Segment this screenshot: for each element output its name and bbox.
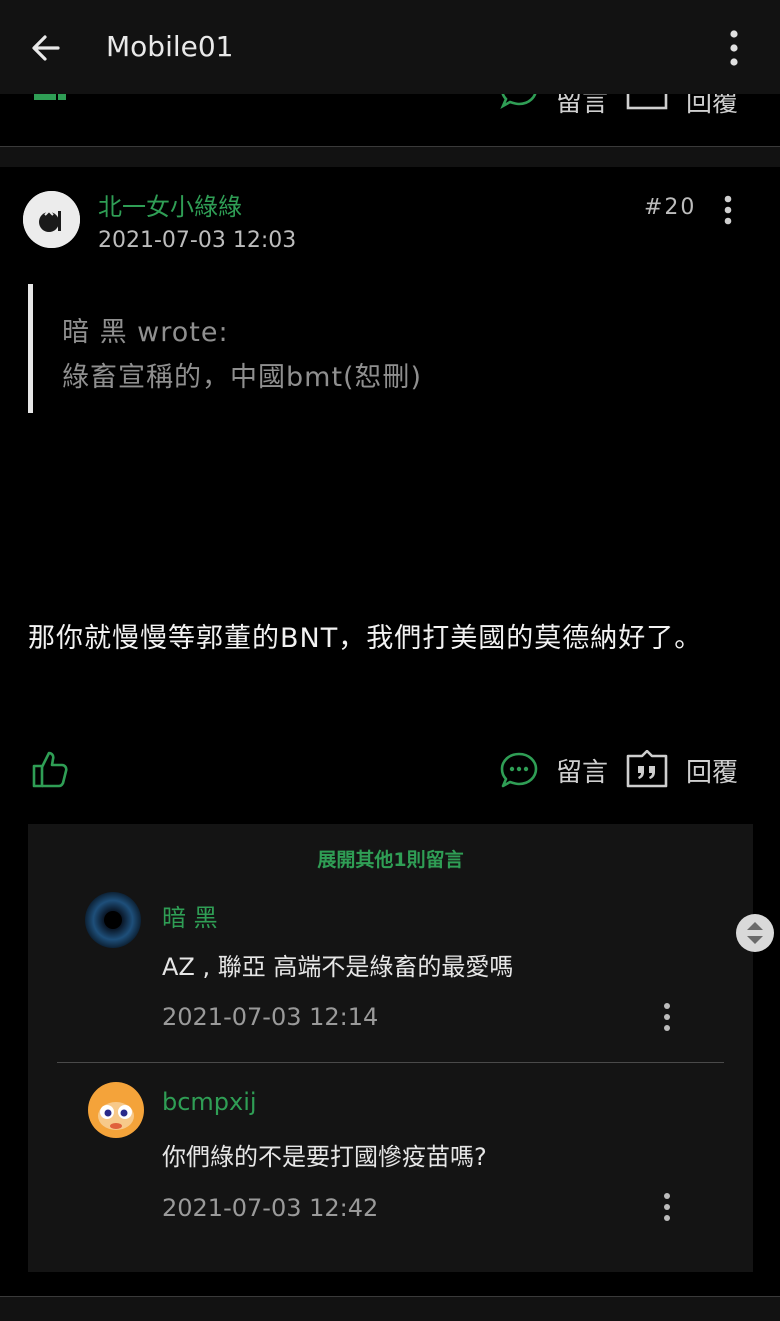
- post-separator-band: [0, 147, 780, 167]
- comment-text: 你們綠的不是要打國慘疫苗嗎?: [162, 1143, 487, 1171]
- thumbs-up-icon[interactable]: [30, 94, 70, 112]
- post-separator-band: [0, 1297, 780, 1321]
- comment-author[interactable]: bcmpxij: [162, 1088, 257, 1116]
- scroll-handle-icon[interactable]: [736, 914, 774, 952]
- comment-label[interactable]: 留言: [556, 94, 608, 119]
- comment-bubble-icon[interactable]: [498, 750, 540, 790]
- quote-reply-icon[interactable]: [626, 94, 668, 110]
- more-vertical-icon[interactable]: [716, 194, 740, 226]
- app-title: Mobile01: [106, 30, 234, 63]
- previous-post-actions: 留言 回覆: [0, 94, 780, 146]
- comment-author[interactable]: 暗 黑: [162, 898, 218, 933]
- avatar[interactable]: [88, 1082, 144, 1138]
- reply-label[interactable]: 回覆: [686, 752, 738, 789]
- more-vertical-icon[interactable]: [716, 28, 752, 68]
- post-author[interactable]: 北一女小綠綠: [98, 187, 242, 222]
- comment-label[interactable]: 留言: [556, 752, 608, 789]
- comment-text: AZ , 聯亞 高端不是綠畜的最愛嗎: [162, 953, 514, 981]
- comment-timestamp: 2021-07-03 12:42: [162, 1194, 379, 1222]
- more-vertical-icon[interactable]: [657, 1002, 677, 1032]
- reply-label[interactable]: 回覆: [686, 94, 738, 119]
- comment-timestamp: 2021-07-03 12:14: [162, 1003, 379, 1031]
- quote-header: 暗 黑 wrote:: [62, 317, 229, 348]
- comment-divider: [57, 1062, 724, 1063]
- quote-bar: [28, 284, 33, 413]
- expand-comments-link[interactable]: 展開其他1則留言: [28, 845, 753, 872]
- post-body: 那你就慢慢等郭董的BNT，我們打美國的莫德納好了。: [28, 623, 703, 654]
- avatar[interactable]: [85, 892, 141, 948]
- quote-text: 綠畜宣稱的，中國bmt(恕刪): [62, 362, 423, 393]
- thumbs-up-icon[interactable]: [30, 749, 70, 789]
- back-arrow-icon[interactable]: [26, 28, 66, 68]
- comment-bubble-icon[interactable]: [498, 94, 540, 110]
- avatar[interactable]: [23, 191, 80, 248]
- more-vertical-icon[interactable]: [657, 1192, 677, 1222]
- floor-number: #20: [644, 195, 697, 220]
- quote-reply-icon[interactable]: [626, 750, 668, 788]
- post-timestamp: 2021-07-03 12:03: [98, 228, 297, 253]
